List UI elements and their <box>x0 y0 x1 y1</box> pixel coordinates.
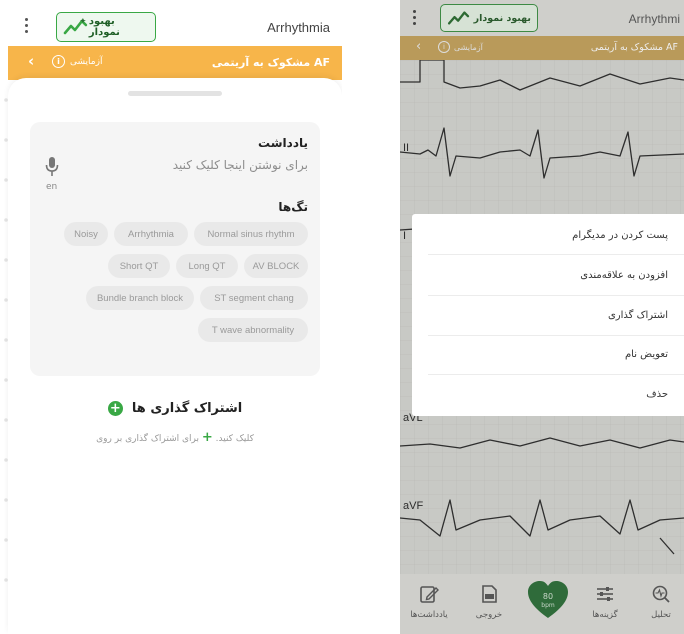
menu-item-share[interactable]: اشتراک گذاری <box>608 310 668 321</box>
more-options-icon[interactable] <box>24 16 30 36</box>
tag-chip[interactable]: Bundle branch block <box>86 286 194 310</box>
menu-item-post-to-medigram[interactable]: پست کردن در مدیگرام <box>572 230 668 241</box>
page-title: Arrhythmia <box>267 20 330 35</box>
share-section-title: + اشتراک گذاری ها <box>8 398 342 417</box>
nav-notes[interactable]: یادداشت‌ها <box>406 584 452 620</box>
menu-divider <box>428 295 684 296</box>
right-top-bar: بهبود نمودار Arrhythmi <box>400 0 684 36</box>
note-title: یادداشت <box>258 136 308 150</box>
trend-chart-icon <box>447 11 470 25</box>
menu-divider <box>428 335 684 336</box>
bottom-sheet: یادداشت برای نوشتن اینجا کلیک کنید en تگ… <box>8 78 342 634</box>
nav-analysis-label: تحلیل <box>651 610 671 620</box>
nav-notes-label: یادداشت‌ها <box>410 610 448 620</box>
note-card: یادداشت برای نوشتن اینجا کلیک کنید en تگ… <box>30 122 320 376</box>
improve-chart-button[interactable]: بهبود نمودار <box>56 12 156 42</box>
improve-chart-button[interactable]: بهبود نمودار <box>440 4 538 32</box>
left-top-bar: بهبود نمودار Arrhythmia <box>8 6 342 42</box>
lead-label: I <box>403 230 407 242</box>
analysis-search-icon <box>652 585 670 603</box>
menu-item-delete[interactable]: حذف <box>646 389 668 400</box>
pdf-file-icon <box>482 585 497 603</box>
tag-chip[interactable]: AV BLOCK <box>244 254 308 278</box>
microphone-icon[interactable] <box>44 156 60 178</box>
nav-export-label: خروجی <box>475 610 503 620</box>
tags-title: تگ‌ها <box>278 200 308 214</box>
tag-chip[interactable]: Arrhythmia <box>114 222 188 246</box>
trend-chart-icon <box>63 18 88 35</box>
drag-handle[interactable] <box>128 91 222 96</box>
suspect-text: مشکوک به آریتمی AF <box>590 42 678 53</box>
nav-analysis[interactable]: تحلیل <box>638 584 684 620</box>
share-hint-after: کلیک کنید. <box>215 434 254 444</box>
heart-rate-value: 80 <box>542 592 554 601</box>
share-hint-before: برای اشتراک گذاری بر روی <box>96 434 199 444</box>
menu-item-rename[interactable]: تعویض نام <box>625 349 668 360</box>
suspect-banner[interactable]: ‹ i آزمایشی مشکوک به آریتمی AF <box>8 46 342 80</box>
sliders-icon <box>597 587 613 601</box>
test-label: آزمایشی <box>70 57 103 67</box>
improve-chart-label: بهبود نمودار <box>473 12 531 24</box>
page-title: Arrhythmi <box>628 12 680 26</box>
heart-rate-readout: 80 bpm <box>526 592 570 610</box>
heart-rate-unit: bpm <box>541 602 555 609</box>
left-screen: بهبود نمودار Arrhythmia ‹ i آزمایشی مشکو… <box>0 0 342 634</box>
tag-chip[interactable]: Normal sinus rhythm <box>194 222 308 246</box>
suspect-banner[interactable]: ‹ i آزمایشی مشکوک به آریتمی AF <box>400 36 684 60</box>
tag-chip[interactable]: Long QT <box>176 254 238 278</box>
note-input[interactable]: برای نوشتن اینجا کلیک کنید <box>173 158 308 172</box>
test-label: آزمایشی <box>454 43 483 52</box>
share-title-text: اشتراک گذاری ها <box>131 401 243 416</box>
improve-chart-label: بهبود نمودار <box>88 16 120 38</box>
bottom-nav: یادداشت‌ها خروجی 80 bpm گزینه‌ها <box>400 574 684 634</box>
info-icon[interactable]: i <box>52 55 65 68</box>
nav-export[interactable]: خروجی <box>466 584 512 620</box>
nav-options[interactable]: گزینه‌ها <box>582 584 628 620</box>
menu-divider <box>428 254 684 255</box>
context-menu: پست کردن در مدیگرام افزودن به علاقه‌مندی… <box>412 214 684 416</box>
heart-rate-button[interactable]: 80 bpm <box>526 580 570 620</box>
info-icon[interactable]: i <box>438 41 450 53</box>
tag-chip[interactable]: Noisy <box>64 222 108 246</box>
suspect-text: مشکوک به آریتمی AF <box>211 56 330 69</box>
lead-label: II <box>403 142 410 154</box>
menu-item-add-favorite[interactable]: افزودن به علاقه‌مندی <box>580 270 668 281</box>
more-options-icon[interactable] <box>412 8 418 28</box>
language-toggle[interactable]: en <box>46 182 57 192</box>
right-screen: بهبود نمودار Arrhythmi ‹ i آزمایشی مشکوک… <box>400 0 684 634</box>
plus-icon: + <box>201 430 213 445</box>
nav-options-label: گزینه‌ها <box>592 610 618 620</box>
tag-chip[interactable]: ST segment chang <box>200 286 308 310</box>
chevron-left-icon[interactable]: ‹ <box>28 52 34 70</box>
edit-note-icon <box>420 586 439 603</box>
tag-chip[interactable]: Short QT <box>108 254 170 278</box>
menu-divider <box>428 374 684 375</box>
tag-chip[interactable]: T wave abnormality <box>198 318 308 342</box>
share-hint: کلیک کنید. + برای اشتراک گذاری بر روی <box>8 430 342 445</box>
add-share-icon[interactable]: + <box>107 401 123 416</box>
lead-label: aVF <box>403 500 424 512</box>
chevron-left-icon[interactable]: ‹ <box>416 39 421 54</box>
